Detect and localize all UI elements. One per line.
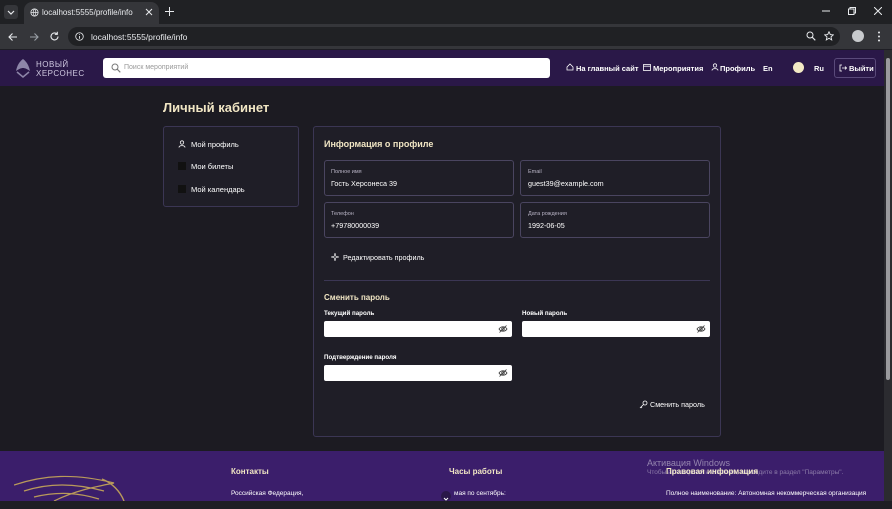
new-password-input[interactable] [522, 321, 710, 337]
zoom-icon[interactable] [806, 31, 816, 41]
sparkle-icon [331, 253, 339, 261]
footer-hours-text: мая по сентябрь: [454, 490, 506, 497]
birthdate-value: 1992-06-05 [528, 221, 565, 230]
page-title: Личный кабинет [163, 100, 270, 115]
change-password-button[interactable]: Сменить пароль [650, 400, 705, 409]
home-icon [566, 63, 574, 71]
windows-activation-title: Активация Windows [647, 458, 730, 468]
nav-main-site[interactable]: На главный сайт [576, 64, 639, 73]
full-name-label: Полное имя [331, 169, 362, 175]
password-section-title: Сменить пароль [324, 293, 390, 302]
chevron-down-icon [7, 10, 15, 15]
email-value: guest39@example.com [528, 179, 604, 188]
tab-list-button[interactable] [4, 5, 18, 19]
eye-off-icon[interactable] [696, 325, 706, 333]
ticket-icon [178, 162, 186, 170]
tab-title: localhost:5555/profile/info [42, 8, 133, 17]
current-password-input[interactable] [324, 321, 512, 337]
bookmark-star-icon[interactable] [824, 31, 834, 41]
email-box [520, 160, 710, 196]
logout-icon [839, 64, 847, 72]
lang-en[interactable]: En [763, 64, 773, 73]
calendar-icon [178, 185, 186, 193]
logout-button[interactable]: Выйти [834, 58, 876, 78]
full-name-value: Гость Херсонеса 39 [331, 179, 398, 188]
close-tab-icon[interactable] [145, 8, 153, 16]
forward-icon[interactable] [29, 32, 39, 42]
logo-line-1: НОВЫЙ [36, 60, 69, 69]
key-icon [639, 400, 648, 409]
profile-section-title: Информация о профиле [324, 139, 434, 149]
phone-label: Телефон [331, 211, 354, 217]
calendar-icon [643, 64, 651, 71]
confirm-password-label: Подтверждение пароля [324, 354, 397, 361]
windows-activation-text: Чтобы активировать Windows, перейдите в … [647, 469, 844, 476]
logout-label: Выйти [849, 64, 874, 73]
nav-events[interactable]: Мероприятия [653, 64, 703, 73]
scrollbar-thumb[interactable] [886, 58, 890, 380]
eye-off-icon[interactable] [498, 325, 508, 333]
globe-icon [30, 8, 39, 17]
scroll-down-button[interactable] [441, 491, 451, 501]
birthdate-label: Дата рождения [528, 211, 567, 217]
chevron-down-icon [443, 497, 449, 501]
logo-emblem[interactable] [14, 58, 32, 78]
sidebar-item-profile[interactable]: Мой профиль [191, 140, 239, 149]
restore-icon[interactable] [848, 7, 856, 15]
profile-icon [178, 140, 186, 148]
user-icon [711, 63, 719, 71]
current-password-label: Текущий пароль [324, 310, 375, 317]
new-password-label: Новый пароль [522, 310, 568, 317]
theme-toggle[interactable] [793, 62, 804, 73]
search-placeholder: Поиск мероприятий [124, 64, 189, 71]
close-window-icon[interactable] [874, 7, 882, 15]
footer-contacts-title: Контакты [231, 467, 269, 476]
phone-box [324, 202, 514, 238]
address-bar[interactable]: localhost:5555/profile/info [68, 27, 840, 46]
back-icon[interactable] [8, 32, 18, 42]
search-input[interactable]: Поиск мероприятий [103, 58, 550, 78]
profile-avatar[interactable] [852, 30, 864, 42]
edit-profile-button[interactable]: Редактировать профиль [343, 253, 424, 262]
search-icon [111, 63, 121, 73]
site-info-icon[interactable] [75, 32, 84, 41]
minimize-icon[interactable] [822, 10, 830, 12]
browser-tab[interactable]: localhost:5555/profile/info [24, 2, 159, 24]
email-label: Email [528, 169, 542, 175]
footer-wing-emblem [14, 475, 125, 501]
eye-off-icon[interactable] [498, 369, 508, 377]
full-name-box [324, 160, 514, 196]
footer-contacts-text: Российская Федерация, [231, 490, 304, 497]
footer-legal-text: Полное наименование: Автономная некоммер… [666, 490, 867, 497]
phone-value: +79780000039 [331, 221, 380, 230]
divider [324, 280, 710, 281]
footer-hours-title: Часы работы [449, 467, 503, 476]
sidebar-item-tickets[interactable]: Мои билеты [191, 162, 233, 171]
new-tab-icon[interactable] [165, 7, 174, 16]
birthdate-box [520, 202, 710, 238]
confirm-password-input[interactable] [324, 365, 512, 381]
more-menu-icon[interactable] [877, 31, 881, 42]
sidebar-item-calendar[interactable]: Мой календарь [191, 185, 245, 194]
browser-tab-strip: localhost:5555/profile/info [0, 0, 892, 24]
lang-ru[interactable]: Ru [814, 64, 824, 73]
url-text: localhost:5555/profile/info [91, 32, 188, 42]
reload-icon[interactable] [49, 31, 60, 42]
nav-profile[interactable]: Профиль [720, 64, 755, 73]
logo-line-2: ХЕРСОНЕС [36, 69, 85, 78]
